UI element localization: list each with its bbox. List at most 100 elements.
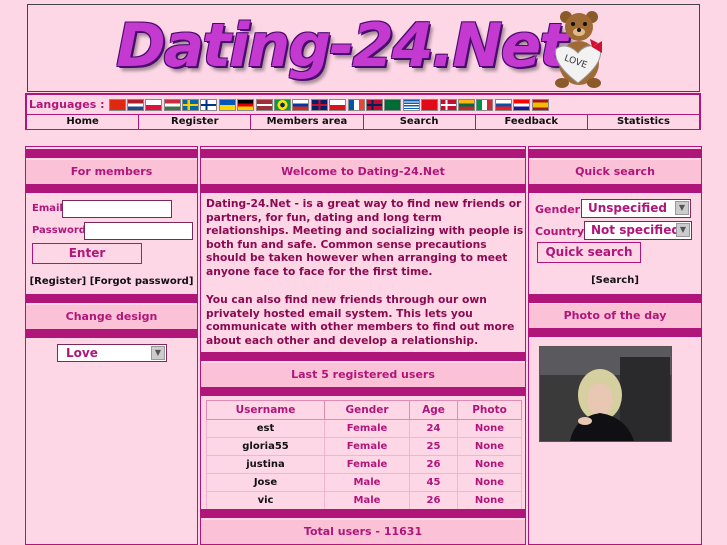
quick-search-title: Quick search — [529, 160, 701, 184]
gender-cell: Male — [324, 491, 410, 510]
country-select[interactable]: Not specified ▼ — [584, 221, 692, 240]
hungary-flag-icon[interactable] — [163, 98, 181, 111]
germany-flag-icon[interactable] — [237, 98, 255, 111]
slovakia-flag-icon[interactable] — [494, 98, 512, 111]
divider — [529, 328, 701, 337]
photo-cell: None — [457, 437, 522, 456]
welcome-title: Welcome to Dating-24.Net — [201, 160, 525, 184]
divider — [201, 352, 525, 361]
age-cell: 26 — [409, 455, 458, 474]
finland-flag-icon[interactable] — [200, 98, 218, 111]
username-cell[interactable]: est — [206, 419, 325, 438]
password-field[interactable] — [84, 222, 193, 240]
gender-select[interactable]: Unspecified ▼ — [581, 199, 691, 218]
language-bar: Languages : — [29, 96, 550, 113]
photo-of-day-title: Photo of the day — [529, 304, 701, 328]
username-cell[interactable]: gloria55 — [206, 437, 325, 456]
gender-cell: Male — [324, 473, 410, 492]
design-select[interactable]: Love ▼ — [57, 344, 167, 362]
languages-label: Languages : — [29, 98, 105, 111]
menu-home[interactable]: Home — [27, 115, 140, 129]
photo-of-the-day[interactable] — [539, 346, 672, 442]
username-cell[interactable]: vic — [206, 491, 325, 510]
croatia-flag-icon[interactable] — [513, 98, 531, 111]
email-field[interactable] — [62, 200, 172, 218]
chevron-down-icon: ▼ — [151, 346, 165, 360]
saudi-flag-icon[interactable] — [384, 98, 402, 111]
for-members-title: For members — [26, 160, 197, 184]
table-row[interactable]: justina Female 26 None — [206, 455, 522, 474]
search-link[interactable]: [Search] — [529, 275, 701, 286]
navigation-box: Languages : Home Register Members area S… — [25, 93, 701, 130]
quick-search-button[interactable]: Quick search — [537, 242, 641, 263]
password-label: Password — [32, 225, 86, 236]
greece-flag-icon[interactable] — [402, 98, 420, 111]
gender-cell: Female — [324, 437, 410, 456]
menu-members-area[interactable]: Members area — [251, 115, 364, 129]
divider — [201, 149, 525, 158]
main-menu: Home Register Members area Search Feedba… — [27, 114, 700, 129]
left-column: For members Email Password Enter [Regist… — [25, 146, 198, 545]
username-cell[interactable]: justina — [206, 455, 325, 474]
divider — [529, 149, 701, 158]
divider — [201, 184, 525, 193]
uk-flag-icon[interactable] — [310, 98, 328, 111]
chevron-down-icon: ▼ — [675, 201, 689, 215]
username-cell[interactable]: Jose — [206, 473, 325, 492]
change-design-title: Change design — [26, 305, 197, 329]
denmark-flag-icon[interactable] — [439, 98, 457, 111]
design-select-value: Love — [66, 346, 98, 360]
table-row[interactable]: Jose Male 45 None — [206, 473, 522, 492]
menu-feedback[interactable]: Feedback — [475, 115, 588, 129]
country-label: Country — [535, 225, 585, 238]
email-label: Email — [32, 203, 63, 214]
table-header-row: Username Gender Age Photo — [206, 400, 522, 420]
welcome-paragraph-2: You can also find new friends through ou… — [206, 293, 515, 347]
table-row[interactable]: gloria55 Female 25 None — [206, 437, 522, 456]
brazil-flag-icon[interactable] — [274, 98, 292, 111]
photo-cell: None — [457, 491, 522, 510]
italy-flag-icon[interactable] — [476, 98, 494, 111]
center-column: Welcome to Dating-24.Net Dating-24.Net -… — [200, 146, 526, 545]
turkey-flag-icon[interactable] — [421, 98, 439, 111]
sweden-flag-icon[interactable] — [182, 98, 200, 111]
country-select-value: Not specified — [591, 223, 680, 237]
netherlands-flag-icon[interactable] — [126, 98, 144, 111]
gender-cell: Female — [324, 455, 410, 474]
table-row[interactable]: est Female 24 None — [206, 419, 522, 438]
menu-statistics[interactable]: Statistics — [587, 115, 700, 129]
menu-search[interactable]: Search — [363, 115, 476, 129]
latvia-flag-icon[interactable] — [255, 98, 273, 111]
france-flag-icon[interactable] — [347, 98, 365, 111]
gender-cell: Female — [324, 419, 410, 438]
divider — [201, 509, 525, 518]
divider — [529, 184, 701, 193]
russia-flag-icon[interactable] — [292, 98, 310, 111]
china-flag-icon[interactable] — [108, 98, 126, 111]
table-row[interactable]: vic Male 26 None — [206, 491, 522, 510]
col-age: Age — [409, 400, 458, 420]
last-users-title: Last 5 registered users — [201, 363, 525, 387]
age-cell: 24 — [409, 419, 458, 438]
photo-cell: None — [457, 419, 522, 438]
ukraine-flag-icon[interactable] — [218, 98, 236, 111]
site-logo[interactable]: Dating-24.Net — [116, 9, 568, 83]
col-photo: Photo — [457, 400, 522, 420]
divider — [529, 294, 701, 303]
age-cell: 26 — [409, 491, 458, 510]
divider — [26, 149, 197, 158]
col-gender: Gender — [324, 400, 410, 420]
member-links[interactable]: [Register] [Forgot password] — [26, 276, 197, 287]
menu-register[interactable]: Register — [139, 115, 252, 129]
spain-flag-icon[interactable] — [531, 98, 549, 111]
norway-flag-icon[interactable] — [365, 98, 383, 111]
lithuania-flag-icon[interactable] — [457, 98, 475, 111]
users-table-wrap: Username Gender Age Photo est Female 24 … — [201, 387, 527, 510]
poland-flag-icon[interactable] — [145, 98, 163, 111]
czech-flag-icon[interactable] — [329, 98, 347, 111]
enter-button[interactable]: Enter — [32, 243, 142, 264]
right-column: Quick search Gender Unspecified ▼ Countr… — [528, 146, 702, 545]
gender-select-value: Unspecified — [588, 201, 668, 215]
photo-cell: None — [457, 455, 522, 474]
total-users: Total users - 11631 — [201, 520, 525, 544]
